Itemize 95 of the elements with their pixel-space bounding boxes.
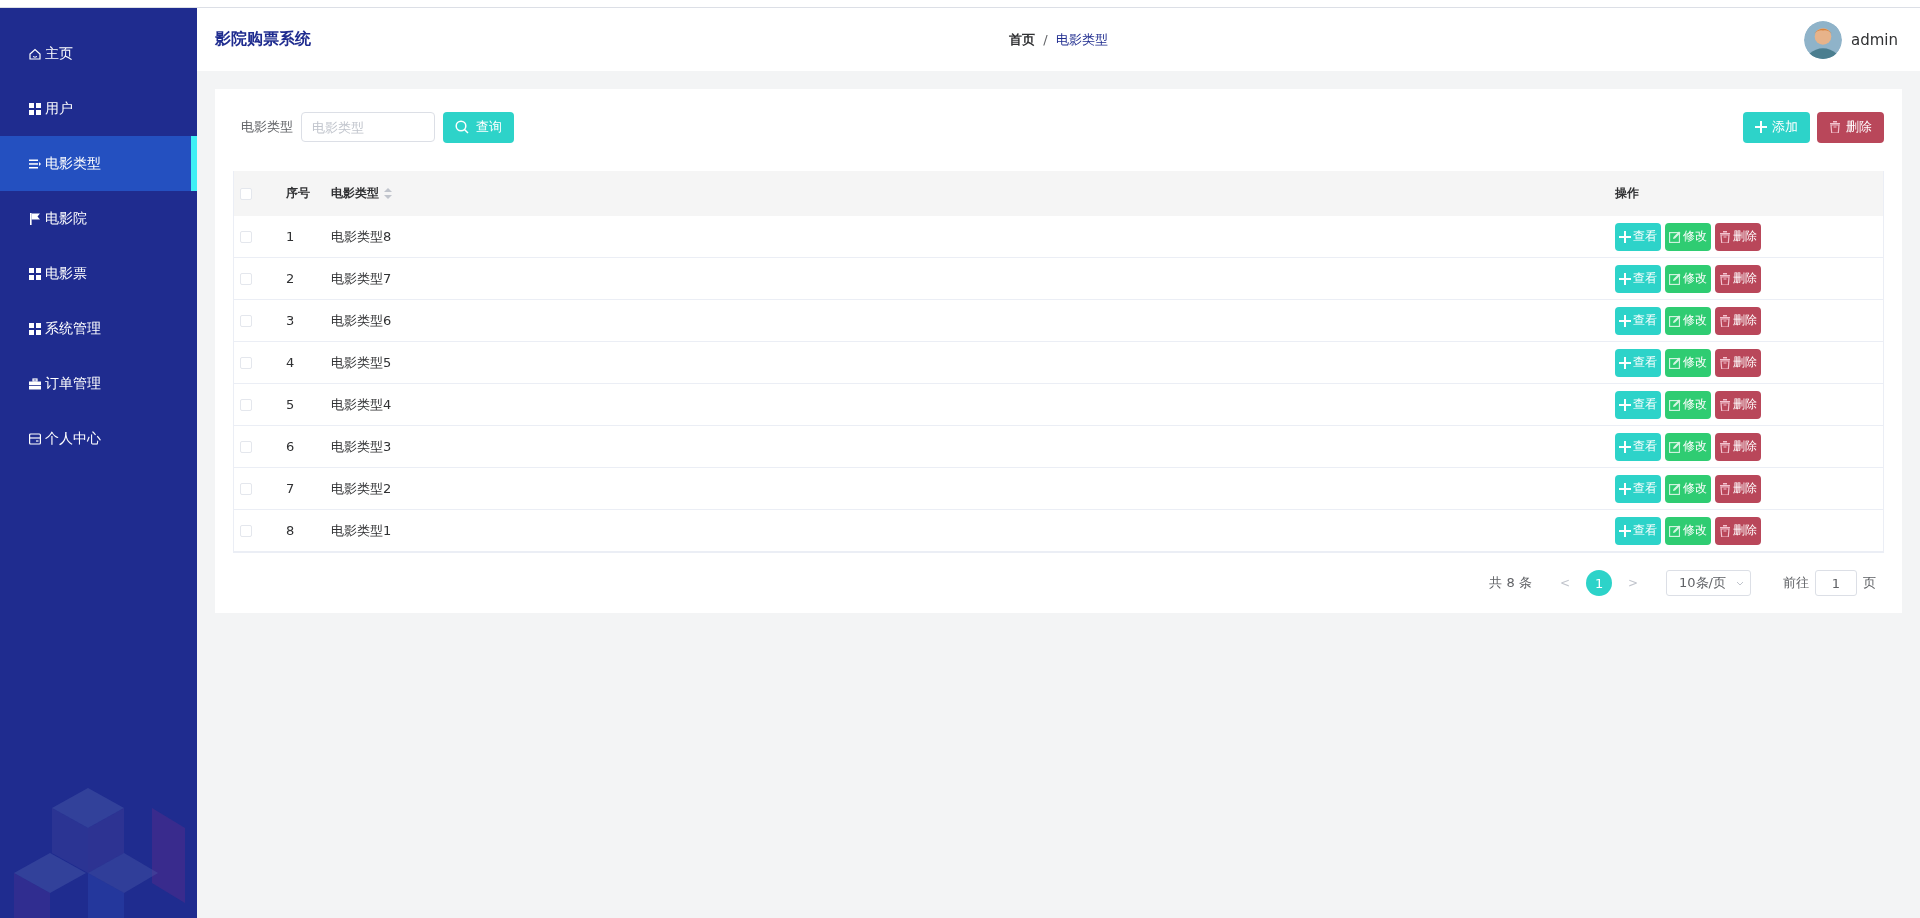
breadcrumb-current: 电影类型 — [1055, 30, 1108, 49]
checkbox[interactable] — [240, 230, 252, 243]
trash-icon — [1719, 524, 1731, 537]
checkbox[interactable] — [240, 440, 252, 453]
table-cell: 2 — [286, 271, 295, 286]
checkbox[interactable] — [240, 524, 252, 537]
sort-icon — [384, 188, 392, 199]
trash-icon — [1719, 440, 1731, 453]
avatar — [1804, 20, 1842, 59]
delete-button[interactable]: 删除 — [1715, 222, 1761, 251]
home-icon — [29, 47, 41, 60]
card-icon — [29, 432, 41, 445]
delete-button[interactable]: 删除 — [1715, 474, 1761, 503]
column-header: 操作 — [1615, 185, 1639, 202]
page-input[interactable]: 1 — [1815, 570, 1857, 596]
checkbox[interactable] — [240, 356, 252, 369]
sidebar-item[interactable]: 订单管理 — [0, 356, 197, 411]
sidebar-item[interactable]: 系统管理 — [0, 301, 197, 356]
edit-icon — [1669, 272, 1681, 285]
edit-icon — [1669, 314, 1681, 327]
edit-icon — [1669, 230, 1681, 243]
edit-icon — [1669, 356, 1681, 369]
sidebar-item[interactable]: 主页 — [0, 26, 197, 81]
table-cell: 电影类型3 — [331, 437, 392, 456]
grid-icon — [29, 322, 41, 335]
user-name[interactable]: admin — [1851, 30, 1898, 49]
checkbox[interactable] — [240, 398, 252, 411]
plus-icon — [1619, 482, 1631, 495]
checkbox[interactable] — [240, 272, 252, 285]
search-label: 电影类型 — [241, 118, 293, 136]
table-cell: 4 — [286, 355, 295, 370]
column-header: 电影类型 — [331, 185, 379, 202]
checkbox[interactable] — [240, 482, 252, 495]
sidebar-item[interactable]: 个人中心 — [0, 411, 197, 466]
edit-icon — [1669, 524, 1681, 537]
table-cell: 6 — [286, 439, 295, 454]
search-field[interactable]: 电影类型 — [301, 112, 435, 142]
delete-button[interactable]: 删除 — [1715, 264, 1761, 293]
edit-icon — [1669, 440, 1681, 453]
table-cell: 电影类型5 — [331, 353, 392, 372]
plus-icon — [1755, 121, 1767, 133]
delete-button[interactable]: 删除 — [1715, 390, 1761, 419]
page-suffix: 页 — [1863, 574, 1876, 592]
trash-icon — [1719, 272, 1731, 285]
delete-button[interactable]: 删除 — [1715, 306, 1761, 335]
briefcase-icon — [29, 377, 41, 390]
sidebar-item[interactable]: 电影类型 — [0, 136, 197, 191]
table-cell: 8 — [286, 523, 295, 538]
table-cell: 电影类型8 — [331, 227, 392, 246]
grid-icon — [29, 267, 41, 280]
trash-icon — [1719, 230, 1731, 243]
plus-icon — [1619, 314, 1631, 327]
checkbox[interactable] — [240, 187, 252, 200]
plus-icon — [1619, 398, 1631, 411]
plus-icon — [1619, 356, 1631, 369]
column-header: 序号 — [286, 185, 310, 202]
table-cell: 3 — [286, 313, 295, 328]
sidebar-item[interactable]: 电影院 — [0, 191, 197, 246]
trash-icon — [1719, 314, 1731, 327]
checkbox[interactable] — [240, 314, 252, 327]
table-cell: 电影类型2 — [331, 479, 392, 498]
table-cell: 电影类型1 — [331, 521, 392, 540]
trash-icon — [1719, 398, 1731, 411]
delete-button[interactable]: 删除 — [1715, 432, 1761, 461]
list-icon — [29, 157, 41, 170]
app-title: 影院购票系统 — [215, 29, 311, 50]
table-cell: 电影类型6 — [331, 311, 392, 330]
table-cell: 7 — [286, 481, 295, 496]
plus-icon — [1619, 440, 1631, 453]
grid-icon — [29, 102, 41, 115]
trash-icon — [1719, 356, 1731, 369]
table-cell: 电影类型7 — [331, 269, 392, 288]
trash-icon — [1719, 482, 1731, 495]
total-count: 共 8 条 — [1489, 574, 1532, 592]
breadcrumb-link[interactable]: 首页 — [1009, 30, 1036, 49]
edit-icon — [1669, 482, 1681, 495]
plus-icon — [1619, 524, 1631, 537]
delete-button[interactable]: 删除 — [1715, 348, 1761, 377]
table-cell: 电影类型4 — [331, 395, 392, 414]
delete-button[interactable]: 删除 — [1715, 516, 1761, 545]
search-icon — [455, 120, 469, 134]
sidebar-item[interactable]: 电影票 — [0, 246, 197, 301]
goto-label: 前往 — [1783, 574, 1809, 592]
plus-icon — [1619, 230, 1631, 243]
delete-button[interactable]: 删除 — [1817, 111, 1884, 143]
sidebar-item[interactable]: 用户 — [0, 81, 197, 136]
trash-icon — [1829, 121, 1841, 133]
table-cell: 5 — [286, 397, 295, 412]
edit-icon — [1669, 398, 1681, 411]
plus-icon — [1619, 272, 1631, 285]
table-cell: 1 — [286, 229, 295, 244]
page-size-select[interactable]: 10条/页 — [1666, 570, 1751, 596]
flag-icon — [29, 212, 41, 225]
breadcrumb-separator: / — [1043, 32, 1048, 47]
chevron-down-icon — [1736, 580, 1744, 586]
